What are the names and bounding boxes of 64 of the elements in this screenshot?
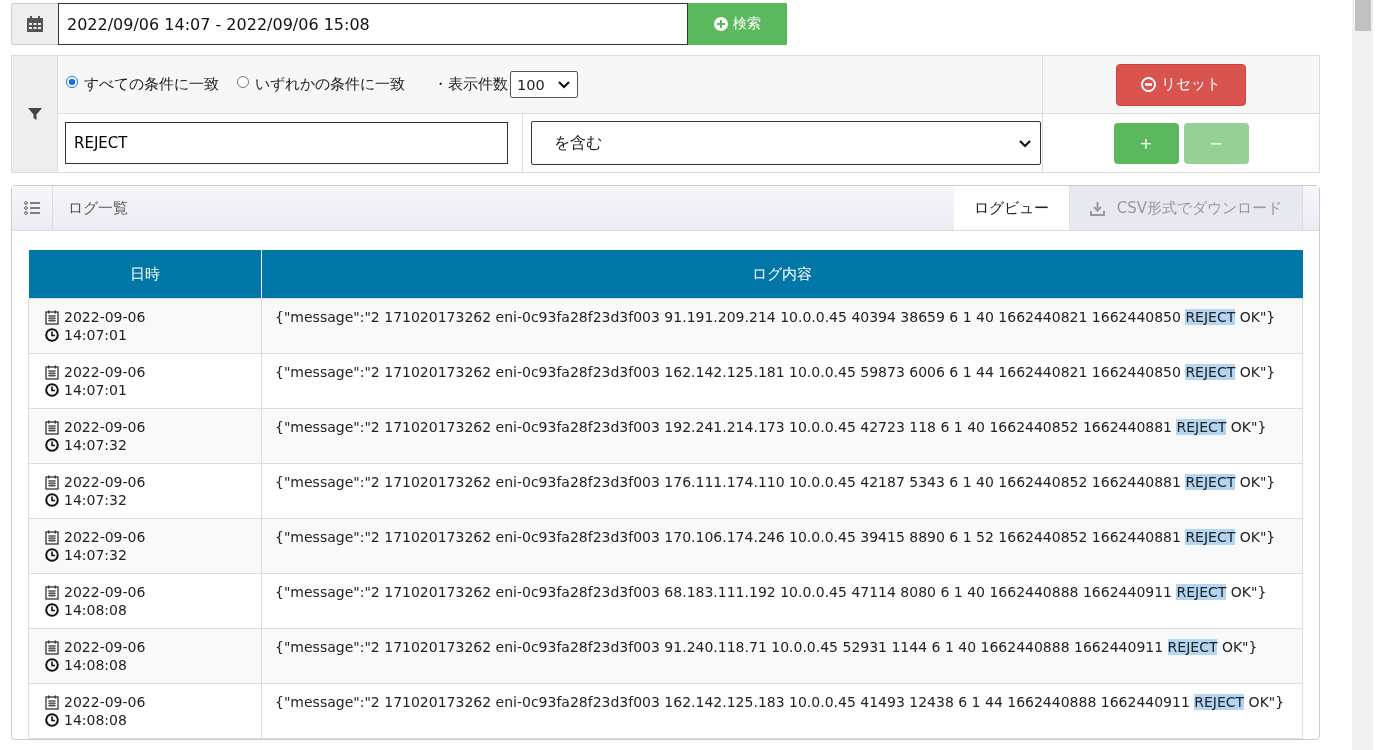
log-time: 14:08:08: [64, 711, 127, 729]
log-date: 2022-09-06: [64, 418, 146, 436]
log-message: {"message":"2 171020173262 eni-0c93fa28f23d3f003 192.241.214.173 10.0.0.45 42723 118 6 1 40 1662440852 1662440881 REJECT OK"}: [275, 418, 1268, 436]
plus-circle-icon: [714, 17, 728, 31]
log-message: {"message":"2 171020173262 eni-0c93fa28f23d3f003 68.183.111.192 10.0.0.45 47114 8080 6 1 40 1662440888 1662440911 REJECT OK"}: [275, 583, 1268, 601]
radio-button[interactable]: [66, 75, 78, 88]
log-message: {"message":"2 171020173262 eni-0c93fa28f23d3f003 91.240.118.71 10.0.0.45 52931 1144 6 1 40 1662440888 1662440911 REJECT OK"}: [275, 638, 1259, 656]
minus-circle-icon: [1141, 77, 1156, 92]
log-time: 14:08:08: [64, 656, 127, 674]
download-icon: [1089, 200, 1105, 216]
log-date: 2022-09-06: [64, 473, 146, 491]
panel-title: ログ一覧: [68, 198, 128, 218]
log-date: 2022-09-06: [64, 638, 146, 656]
calendar-icon: [45, 364, 59, 380]
clock-icon: [45, 493, 59, 507]
log-date: 2022-09-06: [64, 363, 146, 381]
clock-icon: [45, 438, 59, 452]
calendar-icon: [45, 419, 59, 435]
calendar-icon: [45, 474, 59, 490]
scrollbar-thumb[interactable]: [1355, 0, 1371, 31]
match-mode-option[interactable]: すべての条件に一致: [66, 75, 219, 94]
condition-operator-select[interactable]: を含む: [531, 121, 1041, 165]
column-header: ログ内容: [752, 264, 813, 283]
log-time: 14:08:08: [64, 601, 127, 619]
filter-icon: [27, 107, 42, 121]
calendar-icon: [45, 529, 59, 545]
radio-button[interactable]: [237, 75, 249, 88]
scrollbar[interactable]: [1352, 0, 1373, 750]
log-date: 2022-09-06: [64, 693, 146, 711]
caret-icon: [1018, 138, 1032, 148]
caret-icon: [557, 80, 571, 89]
column-header: 日時: [129, 264, 160, 283]
reset-button[interactable]: リセット: [1116, 63, 1246, 106]
log-time: 14:07:32: [64, 491, 127, 509]
clock-icon: [45, 548, 59, 562]
log-message: {"message":"2 171020173262 eni-0c93fa28f23d3f003 170.106.174.246 10.0.0.45 39415 8890 6 1 52 1662440852 1662440881 REJECT OK"}: [275, 528, 1277, 546]
log-date: 2022-09-06: [64, 583, 146, 601]
clock-icon: [45, 383, 59, 397]
log-message: {"message":"2 171020173262 eni-0c93fa28f23d3f003 176.111.174.110 10.0.0.45 42187 5343 6 1 40 1662440852 1662440881 REJECT OK"}: [275, 473, 1277, 491]
log-message: {"message":"2 171020173262 eni-0c93fa28f23d3f003 162.142.125.181 10.0.0.45 59873 6006 6 1 44 1662440821 1662440850 REJECT OK"}: [275, 363, 1277, 381]
log-time: 14:07:01: [64, 381, 127, 399]
page-size-select[interactable]: 100: [510, 71, 578, 98]
calendar-icon: [45, 639, 59, 655]
clock-icon: [45, 658, 59, 672]
match-mode-option[interactable]: いずれかの条件に一致: [237, 75, 405, 94]
log-message: {"message":"2 171020173262 eni-0c93fa28f23d3f003 91.191.209.214 10.0.0.45 40394 38659 6 1 40 1662440821 1662440850 REJECT OK"}: [275, 308, 1277, 326]
clock-icon: [45, 713, 59, 727]
calendar-icon: [45, 694, 59, 710]
log-message: {"message":"2 171020173262 eni-0c93fa28f23d3f003 162.142.125.183 10.0.0.45 41493 12438 6 1 44 1662440888 1662440911 REJECT OK"}: [275, 693, 1286, 711]
page-size-label: ・表示件数: [433, 75, 508, 94]
log-date: 2022-09-06: [64, 528, 146, 546]
date-range-field[interactable]: 2022/09/06 14:07 - 2022/09/06 15:08: [58, 3, 688, 45]
clock-icon: [45, 603, 59, 617]
tab[interactable]: ログビュー: [953, 186, 1069, 230]
list-icon: [24, 201, 40, 215]
calendar-icon: [26, 15, 44, 33]
calendar-icon: [45, 309, 59, 325]
log-time: 14:07:32: [64, 436, 127, 454]
log-time: 14:07:01: [64, 326, 127, 344]
log-date: 2022-09-06: [64, 308, 146, 326]
clock-icon: [45, 328, 59, 342]
calendar-icon: [45, 584, 59, 600]
log-time: 14:07:32: [64, 546, 127, 564]
condition-value-field[interactable]: REJECT: [65, 122, 508, 164]
